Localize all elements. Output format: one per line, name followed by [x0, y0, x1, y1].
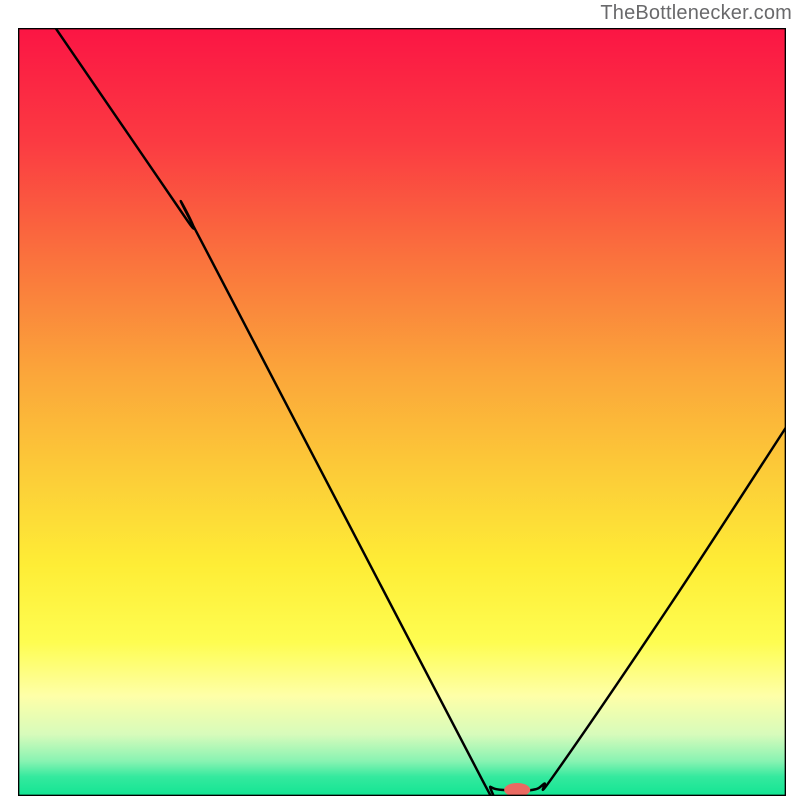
plot-area — [18, 28, 786, 796]
chart-svg — [18, 28, 786, 796]
chart-container: TheBottlenecker.com — [0, 0, 800, 800]
watermark-text: TheBottlenecker.com — [600, 2, 792, 25]
